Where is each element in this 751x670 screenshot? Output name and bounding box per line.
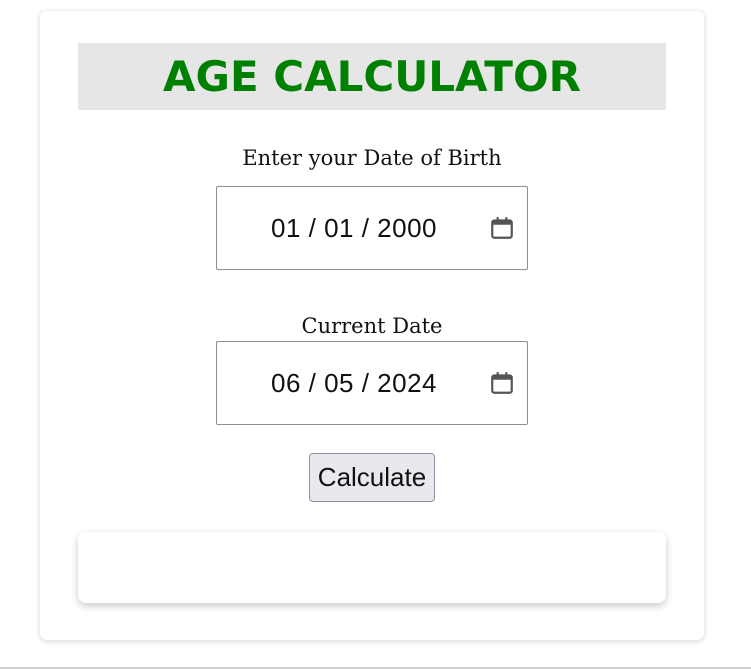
calendar-icon[interactable] bbox=[489, 370, 515, 396]
title-banner: AGE CALCULATOR bbox=[78, 43, 666, 110]
current-date-label: Current Date bbox=[301, 314, 443, 338]
current-date-value[interactable]: 06 / 05 / 2024 bbox=[271, 342, 437, 424]
calendar-icon[interactable] bbox=[489, 215, 515, 241]
page-title: AGE CALCULATOR bbox=[162, 51, 581, 101]
dob-date-value[interactable]: 01 / 01 / 2000 bbox=[271, 187, 437, 269]
bottom-divider bbox=[0, 667, 751, 669]
age-calculator-card: AGE CALCULATOR Enter your Date of Birth … bbox=[40, 11, 704, 640]
dob-label: Enter your Date of Birth bbox=[242, 146, 502, 170]
calculate-button[interactable]: Calculate bbox=[309, 453, 435, 502]
result-box bbox=[78, 532, 666, 603]
current-date-input[interactable]: 06 / 05 / 2024 bbox=[216, 341, 528, 425]
dob-date-input[interactable]: 01 / 01 / 2000 bbox=[216, 186, 528, 270]
